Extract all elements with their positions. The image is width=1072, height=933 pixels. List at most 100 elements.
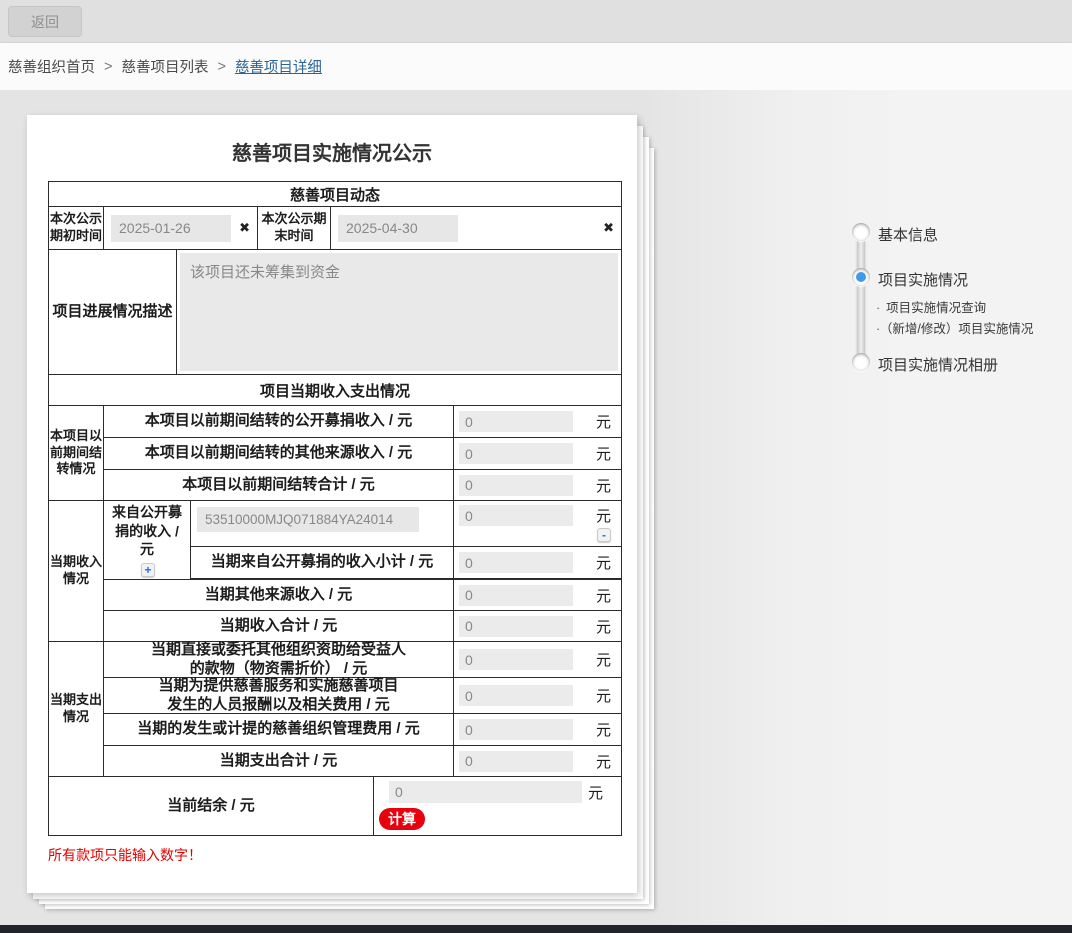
step-circle-album[interactable] [852, 353, 870, 371]
section-header-dynamics: 慈善项目动态 [49, 182, 621, 207]
yuan-suffix: 元 [596, 585, 611, 606]
fundraising-subtotal-input[interactable] [459, 552, 573, 573]
carryover-total-cell: 元 [454, 470, 621, 500]
step-implementation[interactable]: 项目实施情况 [878, 269, 968, 290]
carryover-other-cell: 元 [454, 438, 621, 469]
expense-group: 当期支出情况 当期直接或委托其他组织资助给受益人 的款物（物资需折价） / 元 … [49, 642, 621, 777]
step-circle-implementation[interactable] [852, 268, 870, 286]
fundraising-subtotal-label: 当期来自公开募捐的收入小计 / 元 [191, 547, 454, 578]
yuan-suffix: 元 [596, 616, 611, 637]
step-circle-basic-info[interactable] [852, 223, 870, 241]
remove-fundraising-row-button[interactable]: - [597, 528, 611, 542]
section-header-income-expense: 项目当期收入支出情况 [49, 375, 621, 406]
other-income-cell: 元 [454, 580, 621, 610]
carryover-public-input[interactable] [459, 411, 573, 432]
yuan-suffix: 元 [596, 475, 611, 496]
carryover-total-label: 本项目以前期间结转合计 / 元 [104, 470, 454, 500]
expense-total-row: 当期支出合计 / 元 元 [104, 746, 621, 776]
period-start-input[interactable] [111, 215, 231, 242]
period-end-input[interactable] [338, 215, 458, 242]
balance-row: 当前结余 / 元 元 计算 [49, 777, 621, 835]
fundraising-account-input[interactable] [197, 507, 419, 532]
expense-staff-cell: 元 [454, 678, 621, 713]
fundraising-amount-cell: 元 - [454, 501, 621, 546]
progress-description-label: 项目进展情况描述 [49, 250, 177, 374]
active-step-dot [856, 272, 866, 282]
bullet-icon: · [876, 322, 880, 336]
period-end-clear-icon[interactable]: ✖ [603, 220, 614, 236]
yuan-suffix: 元 [596, 649, 611, 670]
page-title: 慈善项目实施情况公示 [27, 137, 637, 166]
carryover-other-input[interactable] [459, 443, 573, 464]
progress-description-row: 项目进展情况描述 该项目还未筹集到资金 [49, 250, 621, 375]
expense-total-label: 当期支出合计 / 元 [104, 746, 454, 776]
publicity-period-row: 本次公示期初时间 ✖ 本次公示期末时间 ✖ [49, 207, 621, 250]
breadcrumb-charity-home[interactable]: 慈善组织首页 [8, 56, 95, 77]
carryover-other-row: 本项目以前期间结转的其他来源收入 / 元 元 [104, 438, 621, 470]
income-total-input[interactable] [459, 616, 573, 637]
step-nav: 基本信息 项目实施情况 · 项目实施情况查询 · （新增/修改）项目实施情况 项目实… [852, 222, 1072, 392]
income-group-label: 当期收入情况 [49, 501, 104, 641]
other-income-row: 当期其他来源收入 / 元 元 [104, 580, 621, 611]
period-start-cell: ✖ [104, 207, 258, 249]
yuan-suffix: 元 [596, 443, 611, 464]
fundraising-label-cell: 来自公开募捐的收入 / 元 + [104, 501, 191, 579]
carryover-total-row: 本项目以前期间结转合计 / 元 元 [104, 470, 621, 500]
carryover-public-row: 本项目以前期间结转的公开募捐收入 / 元 元 [104, 406, 621, 438]
back-button[interactable]: 返回 [8, 6, 82, 37]
step-sub-implementation-query[interactable]: · 项目实施情况查询 [876, 297, 986, 316]
carryover-total-input[interactable] [459, 475, 573, 496]
other-income-input[interactable] [459, 585, 573, 606]
yuan-suffix: 元 [588, 782, 603, 803]
period-end-cell: ✖ [331, 207, 621, 249]
form-card: 慈善项目实施情况公示 慈善项目动态 本次公示期初时间 ✖ 本次公示期末时间 ✖ [27, 115, 637, 893]
income-group: 当期收入情况 来自公开募捐的收入 / 元 + [49, 501, 621, 642]
expense-total-cell: 元 [454, 746, 621, 776]
expense-aid-input[interactable] [459, 649, 573, 670]
expense-staff-input[interactable] [459, 685, 573, 706]
sub-item-label: （新增/修改）项目实施情况 [886, 322, 1033, 336]
expense-group-label: 当期支出情况 [49, 642, 104, 776]
add-fundraising-row-button[interactable]: + [141, 563, 155, 577]
expense-admin-label: 当期的发生或计提的慈善组织管理费用 / 元 [104, 714, 454, 745]
bullet-icon: · [876, 301, 880, 315]
carryover-group: 本项目以前期间结转情况 本项目以前期间结转的公开募捐收入 / 元 元 本项目以前… [49, 406, 621, 501]
footer-strip [0, 925, 1072, 933]
progress-description-cell: 该项目还未筹集到资金 [177, 250, 621, 374]
yuan-suffix: 元 [596, 411, 611, 432]
expense-aid-label: 当期直接或委托其他组织资助给受益人 的款物（物资需折价） / 元 [104, 642, 454, 677]
expense-staff-label: 当期为提供慈善服务和实施慈善项目 发生的人员报酬以及相关费用 / 元 [104, 678, 454, 713]
breadcrumb-project-list[interactable]: 慈善项目列表 [121, 56, 208, 77]
expense-aid-cell: 元 [454, 642, 621, 677]
breadcrumb-separator: > [104, 59, 112, 75]
balance-cell: 元 计算 [374, 777, 621, 835]
expense-total-input[interactable] [459, 751, 573, 772]
main-area: 慈善项目实施情况公示 慈善项目动态 本次公示期初时间 ✖ 本次公示期末时间 ✖ [0, 90, 1072, 926]
fundraising-label: 来自公开募捐的收入 / 元 [107, 503, 187, 558]
expense-staff-row: 当期为提供慈善服务和实施慈善项目 发生的人员报酬以及相关费用 / 元 元 [104, 678, 621, 714]
step-album[interactable]: 项目实施情况相册 [878, 354, 998, 375]
carryover-public-cell: 元 [454, 406, 621, 437]
progress-description-textarea[interactable]: 该项目还未筹集到资金 [180, 253, 618, 371]
topbar: 返回 [0, 0, 1072, 43]
carryover-group-label: 本项目以前期间结转情况 [49, 406, 104, 500]
step-sub-implementation-edit[interactable]: · （新增/修改）项目实施情况 [876, 318, 1033, 337]
breadcrumb-separator: > [217, 59, 225, 75]
yuan-suffix: 元 [596, 505, 611, 526]
sub-item-label: 项目实施情况查询 [886, 301, 986, 315]
expense-admin-cell: 元 [454, 714, 621, 745]
fundraising-amount-input[interactable] [459, 505, 573, 526]
period-start-clear-icon[interactable]: ✖ [239, 220, 250, 236]
calculate-button[interactable]: 计算 [379, 808, 425, 830]
expense-admin-input[interactable] [459, 719, 573, 740]
breadcrumb: 慈善组织首页 > 慈善项目列表 > 慈善项目详细 [0, 43, 1072, 90]
breadcrumb-project-detail[interactable]: 慈善项目详细 [235, 56, 322, 77]
balance-input[interactable] [389, 781, 582, 803]
yuan-suffix: 元 [596, 685, 611, 706]
step-basic-info[interactable]: 基本信息 [878, 224, 938, 245]
expense-aid-row: 当期直接或委托其他组织资助给受益人 的款物（物资需折价） / 元 元 [104, 642, 621, 678]
yuan-suffix: 元 [596, 751, 611, 772]
fundraising-subtotal-cell: 元 [454, 547, 621, 578]
balance-label: 当前结余 / 元 [49, 777, 374, 835]
yuan-suffix: 元 [596, 719, 611, 740]
